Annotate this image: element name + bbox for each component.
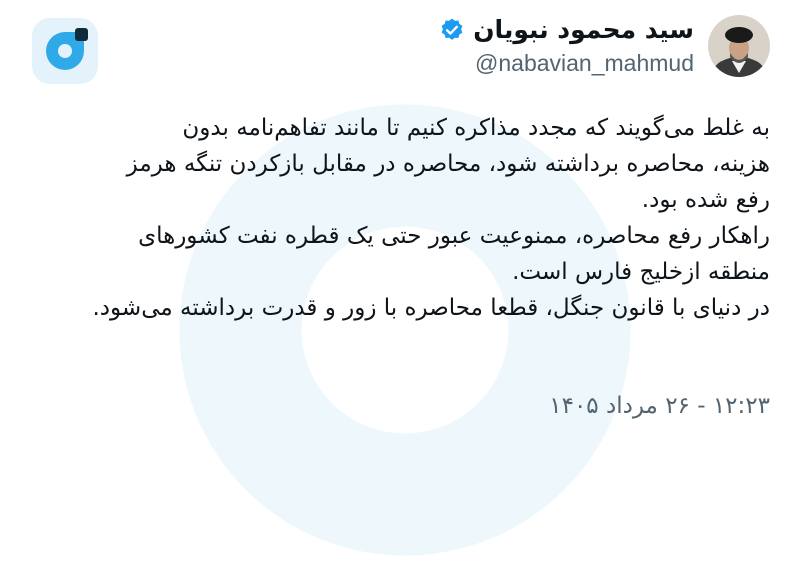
tweet-line: هزینه، محاصره برداشته شود، محاصره در مقا… bbox=[126, 151, 770, 177]
author-name-row: سید محمود نبویان bbox=[439, 14, 694, 46]
tweet-line: رفع شده بود. bbox=[641, 187, 770, 213]
tweet-line: به غلط می‌گویند که مجدد مذاکره کنیم تا م… bbox=[182, 115, 770, 141]
avatar-portrait-icon bbox=[708, 14, 770, 77]
tweet-line: راهکار رفع محاصره، ممنوعیت عبور حتی یک ق… bbox=[138, 223, 770, 249]
app-logo-icon bbox=[32, 18, 98, 84]
tweet-text: به غلط می‌گویند که مجدد مذاکره کنیم تا م… bbox=[20, 110, 770, 326]
author-names: سید محمود نبویان @nabavian_mahmud bbox=[439, 14, 694, 77]
tweet-timestamp[interactable]: ۱۲:۲۳ - ۲۶ مرداد ۱۴۰۵ bbox=[549, 393, 770, 419]
tweet-line: منطقه ازخلیج فارس است. bbox=[512, 259, 770, 285]
tweet-line: در دنیای با قانون جنگل، قطعا محاصره با ز… bbox=[92, 295, 770, 321]
tweet-author-header: سید محمود نبویان @nabavian_mahmud bbox=[439, 14, 770, 77]
author-avatar[interactable] bbox=[708, 14, 770, 77]
author-handle[interactable]: @nabavian_mahmud bbox=[475, 50, 694, 77]
author-display-name[interactable]: سید محمود نبویان bbox=[473, 14, 694, 46]
verified-badge-icon bbox=[441, 18, 463, 40]
